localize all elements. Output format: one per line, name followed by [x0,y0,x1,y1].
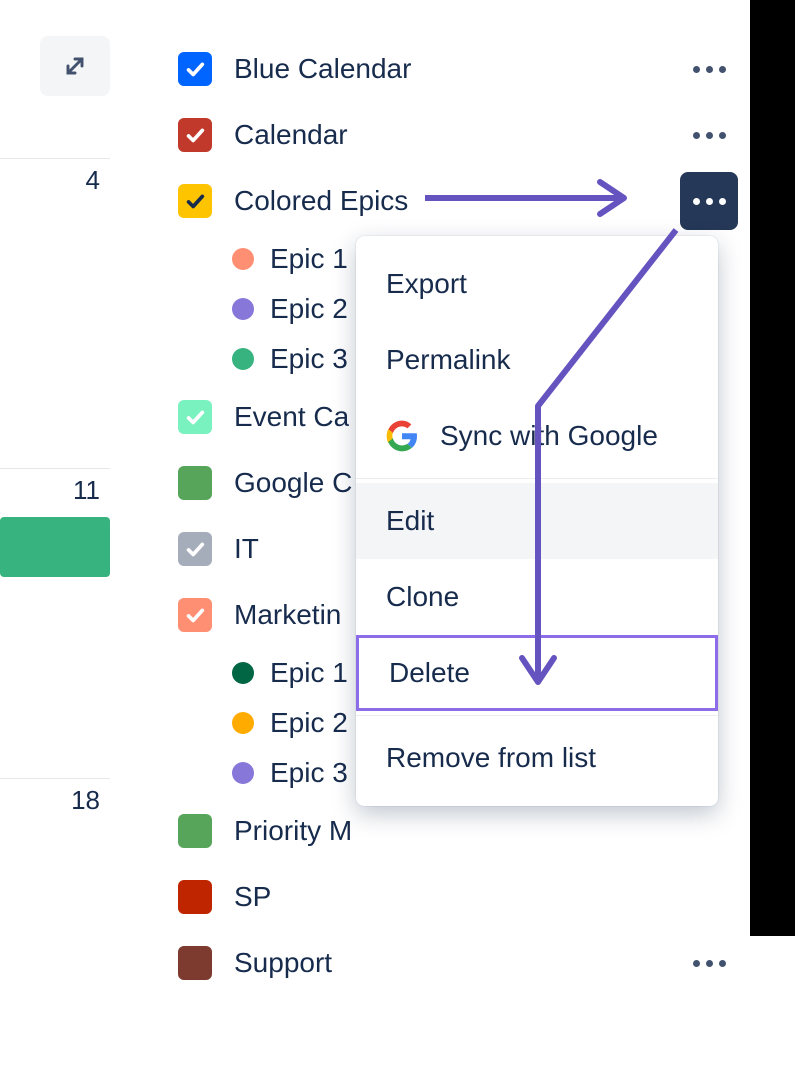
menu-separator [356,715,718,716]
menu-item-permalink[interactable]: Permalink [356,322,718,398]
check-icon [184,124,206,146]
dots-icon [693,132,726,139]
google-icon [386,420,418,452]
calendar-row-calendar[interactable]: Calendar [178,102,738,168]
calendar-label: Colored Epics [234,185,408,217]
calendar-label: Support [234,947,332,979]
epic-color-dot [232,762,254,784]
menu-item-delete[interactable]: Delete [356,635,718,711]
calendar-row-blue-calendar[interactable]: Blue Calendar [178,36,738,102]
menu-item-export[interactable]: Export [356,246,718,322]
dots-icon [693,66,726,73]
menu-item-edit[interactable]: Edit [356,483,718,559]
checkbox[interactable] [178,52,212,86]
menu-label: Edit [386,505,434,537]
epic-label: Epic 3 [270,757,348,789]
menu-label: Clone [386,581,459,613]
color-square[interactable] [178,466,212,500]
checkbox[interactable] [178,118,212,152]
expand-icon [61,52,89,80]
menu-separator [356,478,718,479]
check-icon [184,406,206,428]
day-number: 11 [73,475,100,505]
calendar-label: Event Ca [234,401,349,433]
calendar-row-priority-m[interactable]: Priority M [178,798,738,864]
menu-label: Remove from list [386,742,596,774]
day-cell[interactable]: 4 [0,158,110,468]
epic-label: Epic 2 [270,707,348,739]
checkbox[interactable] [178,598,212,632]
day-cell[interactable]: 11 [0,468,110,778]
menu-item-clone[interactable]: Clone [356,559,718,635]
checkbox[interactable] [178,532,212,566]
check-icon [184,58,206,80]
calendar-label: Calendar [234,119,348,151]
epic-label: Epic 1 [270,243,348,275]
day-column: 4 11 18 [0,158,110,1088]
epic-label: Epic 1 [270,657,348,689]
more-actions-button[interactable] [680,172,738,230]
color-square[interactable] [178,880,212,914]
day-number: 18 [71,785,100,815]
checkbox[interactable] [178,184,212,218]
calendar-row-support[interactable]: Support [178,930,738,996]
epic-label: Epic 2 [270,293,348,325]
calendar-label: SP [234,881,271,913]
calendar-row-sp[interactable]: SP [178,864,738,930]
check-icon [184,604,206,626]
calendar-event-block[interactable] [0,517,110,577]
epic-color-dot [232,662,254,684]
menu-item-remove-from-list[interactable]: Remove from list [356,720,718,796]
menu-label: Export [386,268,467,300]
calendar-label: Marketin [234,599,341,631]
calendar-label: IT [234,533,259,565]
menu-label: Permalink [386,344,510,376]
epic-color-dot [232,348,254,370]
menu-item-sync-google[interactable]: Sync with Google [356,398,718,474]
check-icon [184,538,206,560]
more-actions-button[interactable] [680,40,738,98]
epic-color-dot [232,712,254,734]
expand-button[interactable] [40,36,110,96]
calendar-label: Blue Calendar [234,53,411,85]
menu-label: Sync with Google [440,420,658,452]
calendar-row-colored-epics[interactable]: Colored Epics [178,168,738,234]
calendar-label: Priority M [234,815,352,847]
day-number: 4 [86,165,100,195]
right-black-strip [750,0,795,936]
epic-label: Epic 3 [270,343,348,375]
menu-label: Delete [389,657,470,689]
epic-color-dot [232,298,254,320]
dots-icon [693,960,726,967]
day-cell[interactable]: 18 [0,778,110,1088]
dots-icon [693,198,726,205]
context-menu: Export Permalink Sync with Google Edit C… [356,236,718,806]
more-actions-button[interactable] [680,106,738,164]
checkbox[interactable] [178,400,212,434]
calendar-label: Google C [234,467,352,499]
more-actions-button[interactable] [680,934,738,992]
color-square[interactable] [178,946,212,980]
epic-color-dot [232,248,254,270]
color-square[interactable] [178,814,212,848]
check-icon [184,190,206,212]
